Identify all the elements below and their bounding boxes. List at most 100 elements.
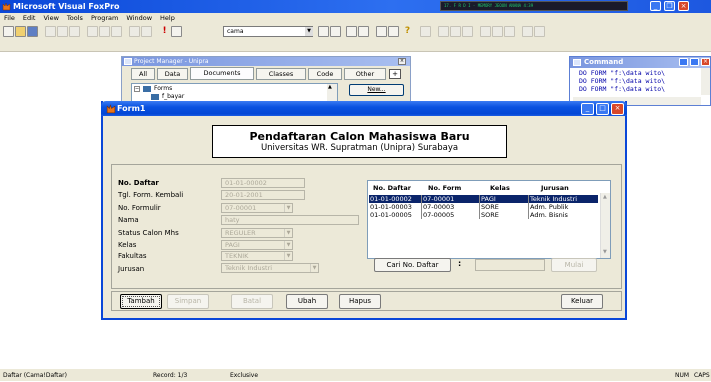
tree-item-forms[interactable]: Forms — [154, 85, 172, 93]
new-button[interactable]: New... — [349, 84, 404, 96]
keluar-button[interactable]: Keluar — [561, 294, 603, 309]
chevron-down-icon[interactable]: ▼ — [284, 229, 292, 237]
menu-view[interactable]: View — [39, 13, 62, 23]
menu-window[interactable]: Window — [122, 13, 156, 23]
menu-file[interactable]: File — [0, 13, 19, 23]
close-button[interactable]: × — [678, 1, 689, 11]
toolbar-button-d[interactable] — [462, 26, 473, 37]
column-header[interactable]: No. Form — [428, 184, 461, 193]
scroll-up-icon[interactable]: ▲ — [328, 84, 332, 90]
print-button[interactable] — [45, 26, 56, 37]
tab-all[interactable]: All — [131, 68, 155, 80]
no-formulir-combo[interactable]: 07-00001 — [221, 203, 293, 213]
command-line[interactable]: DO FORM "f:\data wito\ — [579, 69, 704, 77]
nama-field[interactable]: haty — [221, 215, 359, 225]
spell-button[interactable] — [69, 26, 80, 37]
command-title-bar[interactable]: Command — [570, 57, 710, 68]
minimize-button[interactable]: _ — [650, 1, 661, 11]
menu-tools[interactable]: Tools — [63, 13, 87, 23]
form1-maximize-button[interactable]: □ — [596, 103, 609, 115]
column-header[interactable]: Kelas — [490, 184, 510, 193]
kelas-combo[interactable]: PAGI — [221, 240, 293, 250]
toolbar-button-f[interactable] — [492, 26, 503, 37]
hapus-button[interactable]: Hapus — [339, 294, 381, 309]
tab-classes[interactable]: Classes — [256, 68, 306, 80]
chevron-down-icon[interactable]: ▼ — [284, 204, 292, 212]
menu-help[interactable]: Help — [156, 13, 179, 23]
command-line[interactable]: DO FORM "f:\data wito\ — [579, 85, 704, 93]
toolbar-button-c[interactable] — [450, 26, 461, 37]
data-session-button[interactable] — [376, 26, 387, 37]
fakultas-combo[interactable]: TEKNIK — [221, 251, 293, 261]
redo-button[interactable] — [141, 26, 152, 37]
view-window-button[interactable] — [330, 26, 341, 37]
new-file-button[interactable] — [3, 26, 14, 37]
toolbar-button-b[interactable] — [438, 26, 449, 37]
column-header[interactable]: Jurusan — [541, 184, 569, 193]
project-manager-title-bar[interactable]: Project Manager - Unipra — [122, 57, 410, 66]
project-manager-window[interactable]: Project Manager - Unipra × All Data Docu… — [121, 56, 411, 104]
simpan-button[interactable]: Simpan — [167, 294, 209, 309]
save-button[interactable] — [27, 26, 38, 37]
help-button[interactable]: ? — [402, 26, 413, 37]
scroll-down-icon[interactable]: ▼ — [603, 249, 607, 255]
table-row[interactable]: 01-01-00002 07-00001 PAGI Teknik Industr… — [369, 195, 598, 203]
toolbar-button-e[interactable] — [480, 26, 491, 37]
chevron-down-icon[interactable]: ▼ — [284, 241, 292, 249]
chevron-down-icon[interactable]: ▼ — [284, 252, 292, 260]
menu-edit[interactable]: Edit — [19, 13, 40, 23]
toolbar-button-a[interactable] — [420, 26, 431, 37]
tgl-form-kembali-field[interactable]: 20-01-2001 — [221, 190, 305, 200]
column-header[interactable]: No. Daftar — [373, 184, 411, 193]
cut-button[interactable] — [87, 26, 98, 37]
tab-code[interactable]: Code — [308, 68, 342, 80]
undo-button[interactable] — [129, 26, 140, 37]
run-button[interactable]: ! — [159, 26, 170, 37]
toolbar-button-i[interactable] — [534, 26, 545, 37]
command-window[interactable]: Command × DO FORM "f:\data wito\ DO FORM… — [569, 56, 711, 106]
toolbar-button-h[interactable] — [522, 26, 533, 37]
chevron-down-icon[interactable]: ▼ — [305, 27, 313, 36]
tab-documents[interactable]: Documents — [190, 67, 254, 80]
command-close-button[interactable]: × — [701, 58, 710, 66]
collapse-button[interactable]: + — [389, 69, 401, 79]
form-wizard-button[interactable] — [346, 26, 357, 37]
cari-no-daftar-input[interactable] — [475, 259, 545, 271]
grid-scrollbar[interactable]: ▲ ▼ — [600, 193, 610, 258]
command-maximize-button[interactable] — [690, 58, 699, 66]
command-line[interactable]: DO FORM "f:\data wito\ — [579, 77, 704, 85]
winamp-bar[interactable]: 17. F R D I - MEMORY JEOUN ANANA 4:39 — [440, 1, 628, 11]
form1-window[interactable]: Form1 _ □ × Pendaftaran Calon Mahasiswa … — [101, 101, 627, 320]
copy-button[interactable] — [99, 26, 110, 37]
form1-title-bar[interactable]: Form1 — [101, 101, 627, 116]
batal-button[interactable]: Batal — [231, 294, 273, 309]
preview-button[interactable] — [57, 26, 68, 37]
form1-minimize-button[interactable]: _ — [581, 103, 594, 115]
jurusan-combo[interactable]: Teknik Industri — [221, 263, 319, 273]
tree-item-f-bayar[interactable]: f_bayar — [162, 93, 184, 101]
table-row[interactable]: 01-01-00005 07-00005 SORE Adm. Bisnis — [369, 211, 598, 219]
status-calon-mhs-combo[interactable]: REGULER — [221, 228, 293, 238]
scroll-up-icon[interactable]: ▲ — [603, 194, 607, 200]
tambah-button[interactable]: Tambah — [120, 294, 162, 309]
command-minimize-button[interactable] — [679, 58, 688, 66]
registration-grid[interactable]: No. Daftar No. Form Kelas Jurusan 01-01-… — [367, 180, 611, 259]
mulai-button[interactable]: Mulai — [551, 258, 597, 272]
form1-close-button[interactable]: × — [611, 103, 624, 115]
modify-form-button[interactable] — [171, 26, 182, 37]
expand-toggle-icon[interactable]: − — [134, 86, 140, 92]
command-window-button[interactable] — [318, 26, 329, 37]
database-combo-input[interactable]: cama — [223, 26, 313, 37]
chevron-down-icon[interactable]: ▼ — [310, 264, 318, 272]
menu-program[interactable]: Program — [87, 13, 122, 23]
tab-data[interactable]: Data — [157, 68, 188, 80]
paste-button[interactable] — [111, 26, 122, 37]
restore-button[interactable]: ❐ — [664, 1, 675, 11]
toolbar-button-g[interactable] — [504, 26, 515, 37]
tab-other[interactable]: Other — [344, 68, 386, 80]
report-button[interactable] — [358, 26, 369, 37]
ubah-button[interactable]: Ubah — [286, 294, 328, 309]
open-button[interactable] — [15, 26, 26, 37]
cari-no-daftar-button[interactable]: Cari No. Daftar — [374, 258, 451, 272]
command-scrollbar[interactable] — [701, 68, 710, 95]
